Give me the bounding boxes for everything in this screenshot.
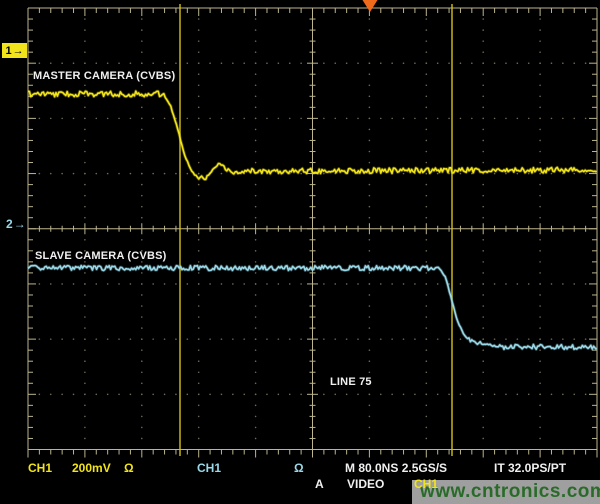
watermark-text: www.cntronics.com (420, 481, 600, 503)
ch1-readout-name: CH1 (28, 461, 52, 475)
ch1-readout-scale: 200mV (72, 461, 111, 475)
ch1-readout-coupling: Ω (124, 461, 134, 475)
right-arrow-icon: → (14, 217, 26, 231)
slave-camera-label: SLAVE CAMERA (CVBS) (35, 250, 167, 262)
sample-resolution-readout: IT 32.0PS/PT (494, 461, 566, 475)
right-arrow-icon: → (13, 45, 24, 57)
master-camera-label: MASTER CAMERA (CVBS) (33, 70, 175, 82)
oscilloscope-screen: 1→ 2→ MASTER CAMERA (CVBS) SLAVE CAMERA … (0, 0, 600, 504)
ch1-marker-label: 1 (5, 45, 11, 57)
trigger-channel-readout: CH1 (414, 477, 438, 491)
ch2-readout-name: CH1 (197, 461, 221, 475)
cursor-lines (180, 4, 452, 456)
trigger-source-readout: VIDEO (347, 477, 384, 491)
trigger-marker (363, 0, 378, 12)
trigger-position-icon (363, 0, 378, 12)
trigger-line-label: LINE 75 (330, 376, 372, 388)
ch1-position-marker: 1→ (2, 43, 27, 58)
ch2-marker-label: 2 (6, 217, 13, 231)
ch2-readout-coupling: Ω (294, 461, 304, 475)
ch2-position-marker: 2→ (6, 217, 26, 231)
timebase-readout: M 80.0NS 2.5GS/S (345, 461, 447, 475)
trigger-mode-readout: A (315, 477, 324, 491)
